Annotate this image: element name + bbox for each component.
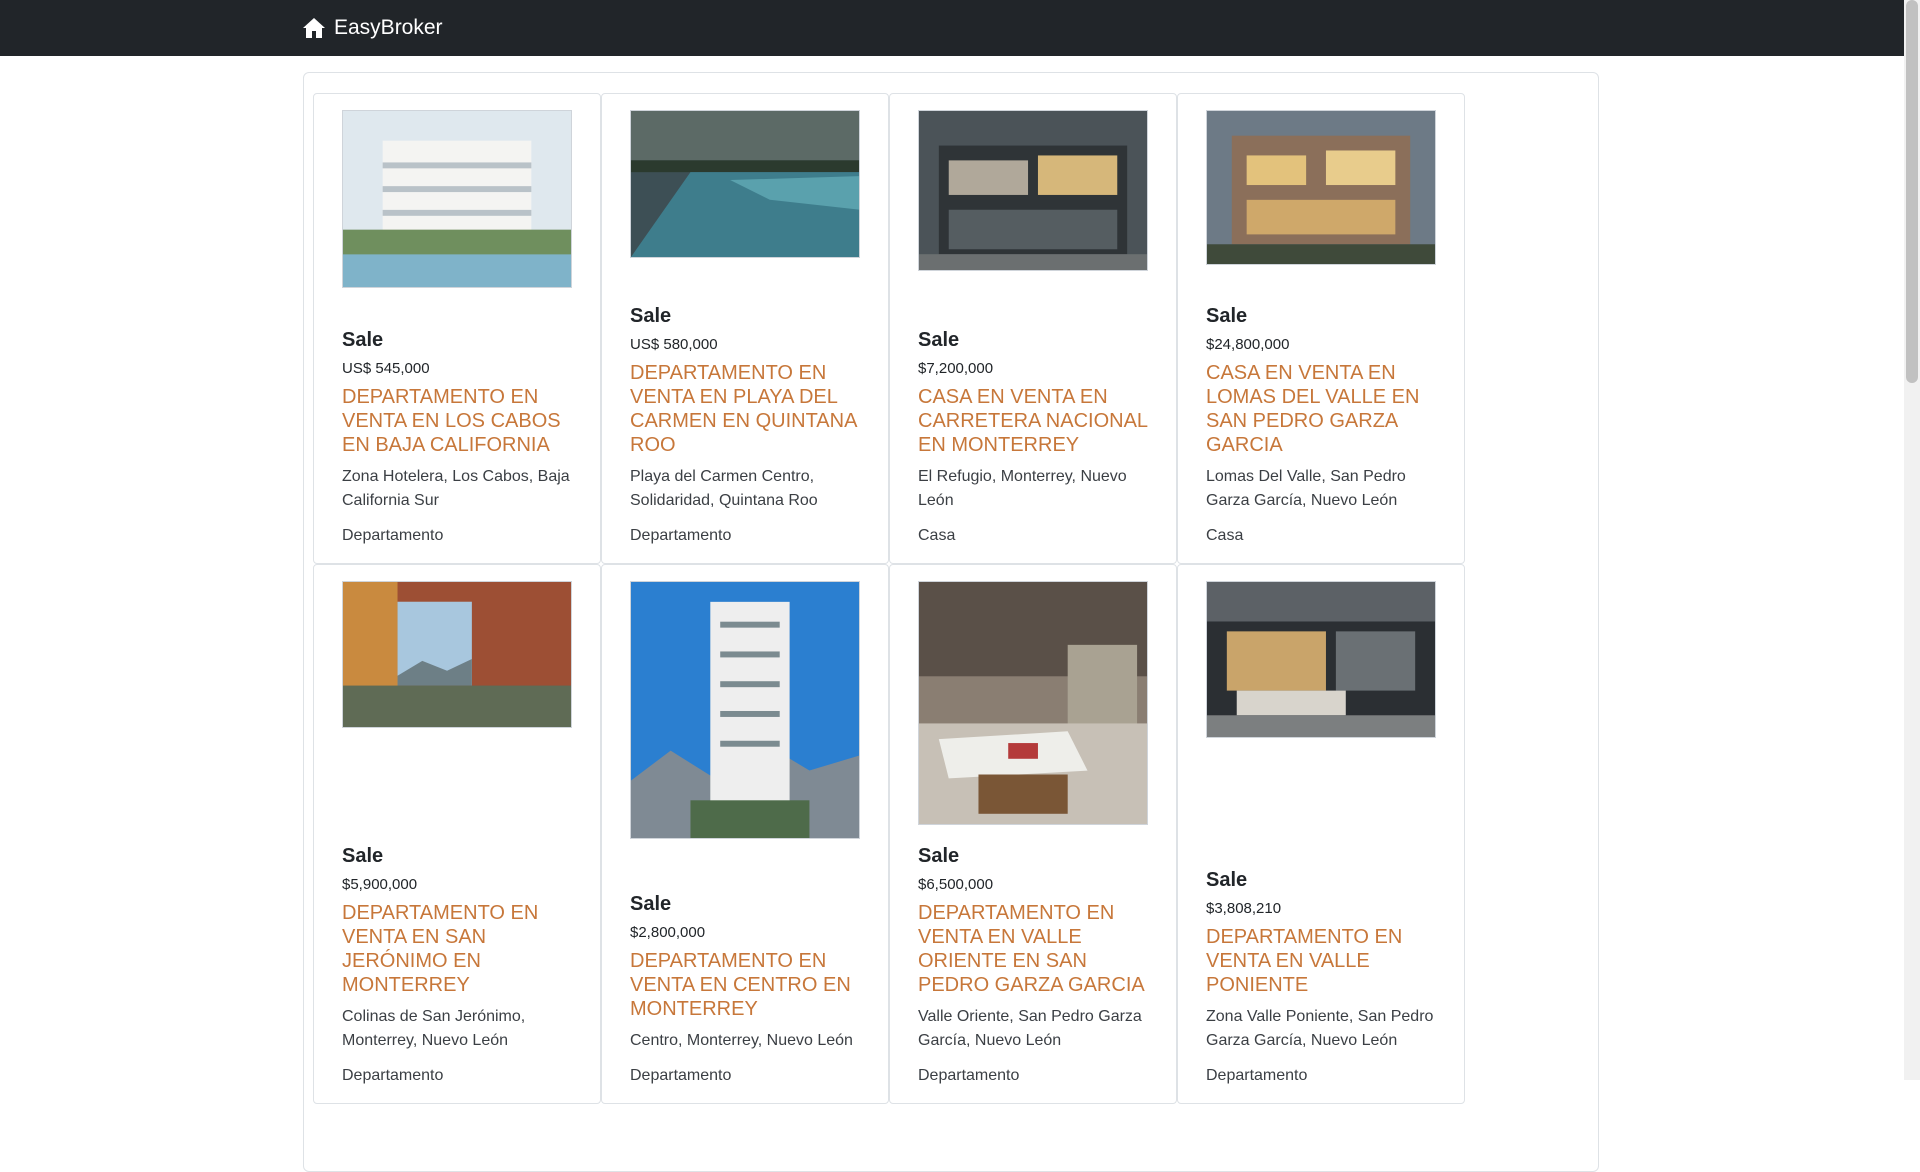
- listing-card[interactable]: Sale $6,500,000 DEPARTAMENTO EN VENTA EN…: [889, 564, 1177, 1104]
- listing-card[interactable]: Sale US$ 580,000 DEPARTAMENTO EN VENTA E…: [601, 93, 889, 564]
- operation-type: Sale: [630, 305, 672, 327]
- listing-price: $24,800,000: [1206, 336, 1290, 353]
- listing-image[interactable]: [630, 581, 860, 839]
- top-navbar: EasyBroker: [0, 0, 1904, 56]
- property-type: Departamento: [630, 1067, 732, 1084]
- listing-image[interactable]: [630, 110, 860, 258]
- listing-title-link[interactable]: DEPARTAMENTO EN VENTA EN CENTRO EN MONTE…: [630, 949, 860, 1021]
- operation-type: Sale: [918, 329, 960, 351]
- listing-image[interactable]: [918, 110, 1148, 271]
- listing-location: Zona Valle Poniente, San Pedro Garza Gar…: [1206, 1008, 1434, 1049]
- operation-type: Sale: [630, 893, 672, 915]
- listings-grid: Sale US$ 545,000 DEPARTAMENTO EN VENTA E…: [313, 93, 1465, 1104]
- listing-price: $3,808,210: [1206, 900, 1282, 917]
- operation-type: Sale: [1206, 305, 1248, 327]
- listing-location: El Refugio, Monterrey, Nuevo León: [918, 468, 1127, 509]
- listing-location: Zona Hotelera, Los Cabos, Baja Californi…: [342, 468, 570, 509]
- operation-type: Sale: [918, 845, 960, 867]
- listing-price: $7,200,000: [918, 360, 994, 377]
- listing-title-link[interactable]: DEPARTAMENTO EN VENTA EN PLAYA DEL CARME…: [630, 361, 860, 457]
- listing-card[interactable]: Sale $2,800,000 DEPARTAMENTO EN VENTA EN…: [601, 564, 889, 1104]
- listing-card[interactable]: Sale $7,200,000 CASA EN VENTA EN CARRETE…: [889, 93, 1177, 564]
- listing-image[interactable]: [1206, 581, 1436, 738]
- scrollbar-thumb[interactable]: [1906, 0, 1918, 383]
- property-type: Casa: [1206, 527, 1244, 544]
- property-type: Departamento: [630, 527, 732, 544]
- page-scrollbar[interactable]: [1904, 0, 1920, 1080]
- listing-image[interactable]: [1206, 110, 1436, 265]
- operation-type: Sale: [342, 845, 384, 867]
- listing-image[interactable]: [342, 581, 572, 728]
- listing-card[interactable]: Sale US$ 545,000 DEPARTAMENTO EN VENTA E…: [313, 93, 601, 564]
- listing-price: US$ 580,000: [630, 336, 718, 353]
- listing-title-link[interactable]: CASA EN VENTA EN CARRETERA NACIONAL EN M…: [918, 385, 1148, 457]
- property-type: Departamento: [918, 1067, 1020, 1084]
- listing-location: Centro, Monterrey, Nuevo León: [630, 1032, 853, 1049]
- listing-price: $2,800,000: [630, 924, 706, 941]
- listing-card[interactable]: Sale $3,808,210 DEPARTAMENTO EN VENTA EN…: [1177, 564, 1465, 1104]
- operation-type: Sale: [342, 329, 384, 351]
- property-type: Departamento: [342, 527, 444, 544]
- operation-type: Sale: [1206, 869, 1248, 891]
- property-type: Departamento: [1206, 1067, 1308, 1084]
- listing-title-link[interactable]: CASA EN VENTA EN LOMAS DEL VALLE EN SAN …: [1206, 361, 1436, 457]
- listing-title-link[interactable]: DEPARTAMENTO EN VENTA EN SAN JERÓNIMO EN…: [342, 901, 572, 997]
- listing-price: $5,900,000: [342, 876, 418, 893]
- listing-location: Colinas de San Jerónimo, Monterrey, Nuev…: [342, 1008, 526, 1049]
- listing-location: Playa del Carmen Centro, Solidaridad, Qu…: [630, 468, 818, 509]
- property-type: Departamento: [342, 1067, 444, 1084]
- listing-card[interactable]: Sale $24,800,000 CASA EN VENTA EN LOMAS …: [1177, 93, 1465, 564]
- listing-location: Valle Oriente, San Pedro Garza García, N…: [918, 1008, 1142, 1049]
- listing-title-link[interactable]: DEPARTAMENTO EN VENTA EN LOS CABOS EN BA…: [342, 385, 572, 457]
- property-type: Casa: [918, 527, 956, 544]
- home-icon: [302, 17, 326, 39]
- listing-price: $6,500,000: [918, 876, 994, 893]
- brand-link[interactable]: EasyBroker: [302, 0, 443, 56]
- listing-title-link[interactable]: DEPARTAMENTO EN VENTA EN VALLE ORIENTE E…: [918, 901, 1148, 997]
- listing-location: Lomas Del Valle, San Pedro Garza García,…: [1206, 468, 1406, 509]
- listing-image[interactable]: [342, 110, 572, 288]
- listing-price: US$ 545,000: [342, 360, 430, 377]
- listing-title-link[interactable]: DEPARTAMENTO EN VENTA EN VALLE PONIENTE: [1206, 925, 1436, 997]
- listing-image[interactable]: [918, 581, 1148, 825]
- brand-name: EasyBroker: [334, 16, 443, 39]
- listing-card[interactable]: Sale $5,900,000 DEPARTAMENTO EN VENTA EN…: [313, 564, 601, 1104]
